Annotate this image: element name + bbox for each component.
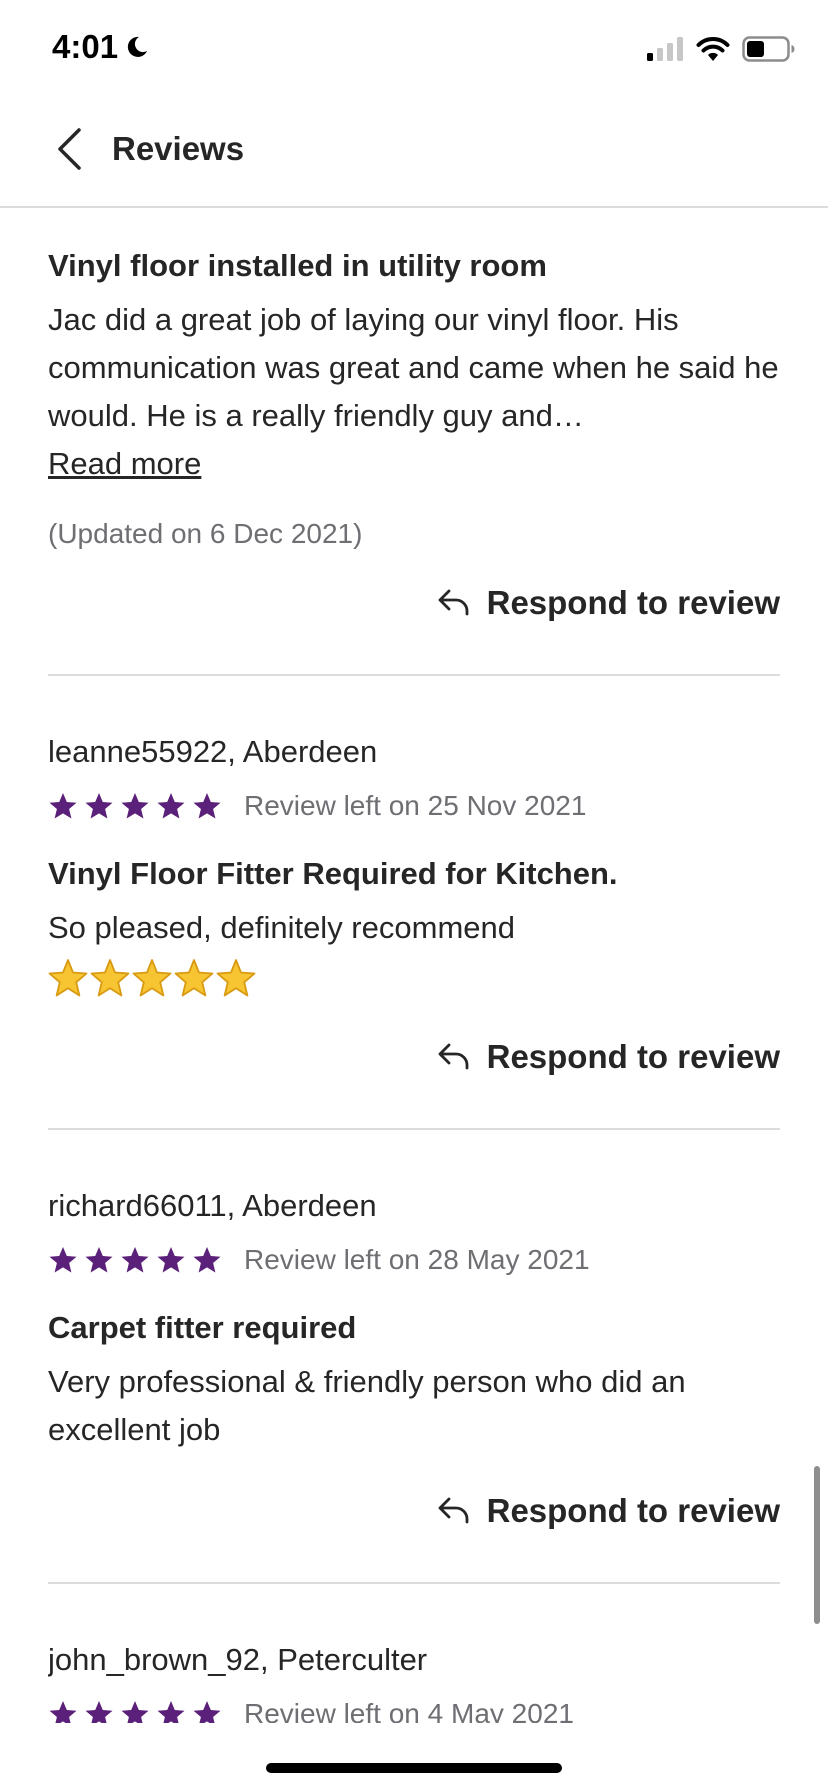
- rating-row: Review left on 25 Nov 2021: [48, 788, 780, 824]
- review-date: Review left on 25 Nov 2021: [244, 790, 587, 821]
- emoji-star-icon: [174, 959, 214, 997]
- signal-icon: [646, 37, 684, 61]
- star-icon: [49, 1701, 77, 1723]
- reviewer-name: john_brown_92, Peterculter: [48, 1642, 428, 1677]
- star-icon: [193, 793, 221, 819]
- star-icon: [121, 1247, 149, 1273]
- home-indicator[interactable]: [266, 1763, 562, 1773]
- emoji-star-icon: [132, 959, 172, 997]
- respond-label: Respond to review: [486, 584, 780, 621]
- status-time-text: 4:01: [52, 28, 119, 65]
- star-rating: [48, 1699, 222, 1723]
- wifi-icon: [696, 36, 730, 62]
- emoji-star-icon: [216, 959, 256, 997]
- emoji-star-icon: [48, 959, 88, 997]
- battery-icon: [742, 36, 796, 62]
- review-card: richard66011, Aberdeen Review left on 28…: [48, 1130, 780, 1584]
- respond-to-review-button[interactable]: Respond to review: [437, 584, 780, 622]
- reply-icon: [437, 587, 471, 620]
- star-icon: [157, 793, 185, 819]
- reviewer-name: leanne55922, Aberdeen: [48, 734, 378, 769]
- review-title: Carpet fitter required: [48, 1310, 357, 1345]
- review-title: Vinyl Floor Fitter Required for Kitchen.: [48, 856, 618, 891]
- respond-label: Respond to review: [486, 1038, 780, 1075]
- respond-to-review-button[interactable]: Respond to review: [437, 1492, 780, 1530]
- star-icon: [157, 1701, 185, 1723]
- page-title: Reviews: [112, 130, 245, 167]
- star-rating: [48, 791, 222, 821]
- respond-label: Respond to review: [486, 1492, 780, 1529]
- emoji-stars: [48, 956, 780, 1000]
- review-body: Very professional & friendly person who …: [48, 1364, 686, 1447]
- review-date: Review left on 4 May 2021: [244, 1698, 574, 1723]
- chevron-left-icon: [55, 127, 83, 176]
- review-card: Vinyl floor installed in utility room Ja…: [48, 208, 780, 676]
- star-icon: [49, 1247, 77, 1273]
- reply-icon: [437, 1495, 471, 1528]
- star-icon: [85, 1701, 113, 1723]
- moon-icon: [124, 34, 150, 60]
- review-card: leanne55922, Aberdeen Review left on 25 …: [48, 676, 780, 1130]
- star-rating: [48, 1245, 222, 1275]
- star-icon: [49, 793, 77, 819]
- star-icon: [193, 1247, 221, 1273]
- back-button[interactable]: [44, 126, 94, 176]
- read-more-link[interactable]: Read more: [48, 440, 201, 488]
- review-title: Vinyl floor installed in utility room: [48, 248, 547, 283]
- star-icon: [85, 793, 113, 819]
- rating-row: Review left on 4 May 2021: [48, 1696, 780, 1723]
- star-icon: [157, 1247, 185, 1273]
- status-time: 4:01: [52, 28, 150, 66]
- star-icon: [121, 1701, 149, 1723]
- nav-bar: Reviews: [0, 96, 828, 208]
- rating-row: Review left on 28 May 2021: [48, 1242, 780, 1278]
- reply-icon: [437, 1041, 471, 1074]
- review-date: Review left on 28 May 2021: [244, 1244, 590, 1275]
- star-icon: [85, 1247, 113, 1273]
- emoji-star-icon: [90, 959, 130, 997]
- review-body: So pleased, definitely recommend: [48, 910, 515, 945]
- review-updated-date: (Updated on 6 Dec 2021): [48, 518, 363, 549]
- status-icons: [646, 36, 796, 62]
- star-icon: [193, 1701, 221, 1723]
- review-body: Jac did a great job of laying our vinyl …: [48, 302, 779, 433]
- scrollbar[interactable]: [814, 1466, 820, 1624]
- respond-to-review-button[interactable]: Respond to review: [437, 1038, 780, 1076]
- status-bar: 4:01: [0, 0, 828, 96]
- reviews-list[interactable]: Vinyl floor installed in utility room Ja…: [48, 208, 780, 1723]
- review-card: john_brown_92, Peterculter Review left o…: [48, 1584, 780, 1723]
- reviewer-name: richard66011, Aberdeen: [48, 1188, 377, 1223]
- star-icon: [121, 793, 149, 819]
